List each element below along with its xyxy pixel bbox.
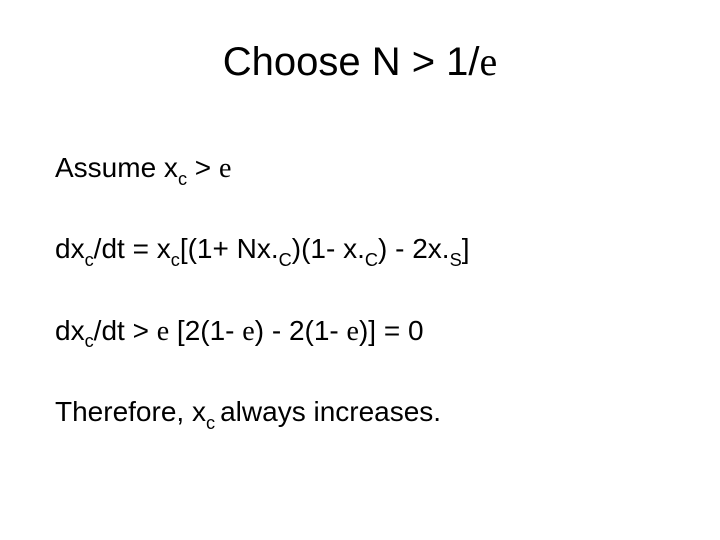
subscript-c: c [85,250,94,270]
subscript-c: c [206,413,220,433]
epsilon-symbol: e [219,153,231,184]
text: always increases. [220,396,441,427]
epsilon-symbol: e [480,39,498,84]
subscript-c: c [178,169,187,189]
epsilon-symbol: e [347,316,359,347]
text: [(1+ Nx. [180,233,279,264]
subscript-c: c [85,331,94,351]
line-conclusion: Therefore, xc always increases. [55,394,665,433]
slide-body: Assume xc > e dxc/dt = xc[(1+ Nx.C)(1- x… [55,150,665,433]
text: /dt = x [94,233,171,264]
line-eq1: dxc/dt = xc[(1+ Nx.C)(1- x.C) - 2x.S] [55,231,665,270]
subscript-c: c [171,250,180,270]
subscript-C: C [279,250,292,270]
text: Therefore, x [55,396,206,427]
text: Assume x [55,152,178,183]
text: [2(1- [169,315,242,346]
text: )(1- x. [292,233,365,264]
slide: Choose N > 1/e Assume xc > e dxc/dt = xc… [0,0,720,540]
text: ) - 2(1- [255,315,347,346]
text: ) - 2x. [378,233,450,264]
line-assume: Assume xc > e [55,150,665,189]
text: )] = 0 [359,315,424,346]
subscript-C: C [365,250,378,270]
text: /dt > [94,315,157,346]
text: > [187,152,219,183]
text: ] [462,233,470,264]
title-text: Choose N > 1/ [223,40,480,84]
slide-title: Choose N > 1/e [0,38,720,85]
subscript-S: S [450,250,462,270]
epsilon-symbol: e [242,316,254,347]
line-eq2: dxc/dt > e [2(1- e) - 2(1- e)] = 0 [55,313,665,352]
text: dx [55,233,85,264]
text: dx [55,315,85,346]
epsilon-symbol: e [157,316,169,347]
